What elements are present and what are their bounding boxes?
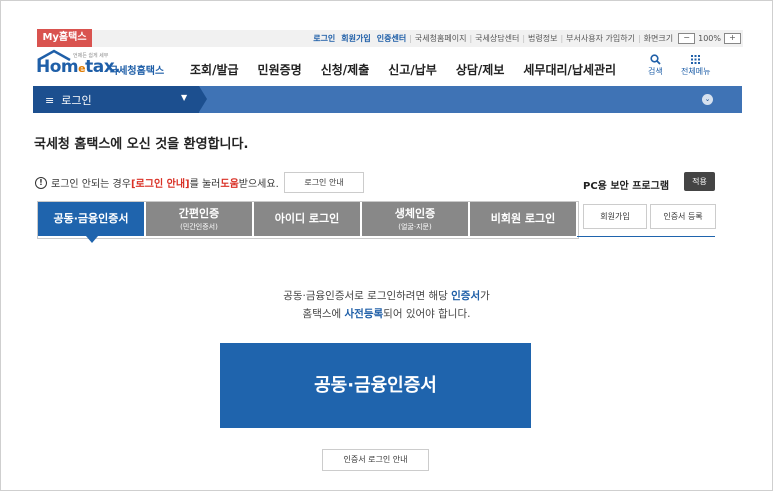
welcome-heading: 국세청 홈택스에 오신 것을 환영합니다.: [34, 137, 249, 152]
nav-item-certificate[interactable]: 민원증명: [258, 61, 302, 78]
zoom-level: 100%: [698, 34, 721, 43]
logo-wordmark: Hometax.: [36, 57, 121, 77]
login-menu-label: ≡ 로그인: [45, 94, 92, 107]
cert-description-line2: 홈택스에 사전등록되어 있어야 합니다.: [302, 308, 471, 320]
cert-description-line1: 공동·금융인증서로 로그인하려면 해당 인증서가: [283, 290, 490, 302]
util-link-cert-center[interactable]: 인증센터: [374, 31, 409, 46]
util-link-law-info[interactable]: 법령정보: [525, 31, 560, 46]
nav-item-inquiry[interactable]: 조회/발급: [190, 61, 239, 78]
nav-item-application[interactable]: 신청/제출: [321, 61, 370, 78]
pc-security-label: PC용 보안 프로그램: [583, 181, 670, 192]
main-nav: 조회/발급 민원증명 신청/제출 신고/납부 상담/제보 세무대리/납세관리: [190, 61, 635, 78]
info-icon: !: [35, 176, 47, 189]
grid-menu-icon: [691, 55, 701, 64]
caret-down-icon: ▼: [181, 93, 188, 102]
all-menu-button[interactable]: 전체메뉴: [681, 54, 710, 77]
nav-item-consult[interactable]: 상담/제보: [456, 61, 505, 78]
hamburger-icon: ≡: [45, 94, 55, 107]
login-guide-highlight: [로그인 안내]: [130, 179, 190, 190]
tab-biometric-auth[interactable]: 생체인증 (얼굴·지문): [362, 202, 468, 236]
joint-financial-cert-login-button[interactable]: 공동·금융인증서: [220, 343, 531, 428]
tab-guest-login[interactable]: 비회원 로그인: [470, 202, 576, 236]
tab-underline: [577, 236, 715, 237]
util-link-login[interactable]: 로그인: [310, 31, 338, 46]
util-link-signup[interactable]: 회원가입: [338, 31, 373, 46]
tab-id-login[interactable]: 아이디 로그인: [254, 202, 360, 236]
tab-simple-auth[interactable]: 간편인증 (민간인증서): [146, 202, 252, 236]
login-guide-button[interactable]: 로그인 안내: [284, 172, 364, 193]
signup-button[interactable]: 회원가입: [583, 204, 647, 229]
search-label: 검색: [648, 67, 663, 76]
search-icon: [650, 54, 661, 65]
login-bar-arrow: [199, 86, 207, 112]
zoom-in-button[interactable]: +: [724, 33, 741, 44]
utility-links: 로그인 회원가입 인증센터 | 국세청홈페이지 | 국세상담센터 | 법령정보 …: [310, 31, 743, 46]
nav-item-tax-agent[interactable]: 세무대리/납세관리: [523, 61, 616, 78]
zoom-out-button[interactable]: −: [678, 33, 696, 44]
logo-subtitle: 국세청홈택스: [109, 66, 165, 77]
util-link-consult-center[interactable]: 국세상담센터: [472, 31, 522, 46]
search-button[interactable]: 검색: [648, 54, 663, 77]
util-link-nts-home[interactable]: 국세청홈페이지: [412, 31, 470, 46]
cert-register-button[interactable]: 인증서 등록: [650, 204, 716, 229]
active-tab-pointer: [86, 236, 98, 243]
my-hometax-button[interactable]: My홈택스: [37, 29, 92, 47]
screen-size-label: 화면크기: [643, 34, 674, 43]
util-link-dept-signup[interactable]: 부서사용자 가입하기: [563, 31, 638, 46]
login-help-notice: ! 로그인 안되는 경우 [로그인 안내] 를 눌러 도움 받으세요.: [35, 175, 279, 190]
expand-circle-icon[interactable]: ⌄: [702, 94, 713, 105]
tab-joint-financial-cert[interactable]: 공동·금융인증서: [38, 202, 144, 236]
cert-login-guide-button[interactable]: 인증서 로그인 안내: [322, 449, 429, 471]
pc-security-apply-button[interactable]: 적용: [684, 172, 715, 191]
all-menu-label: 전체메뉴: [681, 67, 711, 76]
nav-item-filing[interactable]: 신고/납부: [388, 61, 437, 78]
